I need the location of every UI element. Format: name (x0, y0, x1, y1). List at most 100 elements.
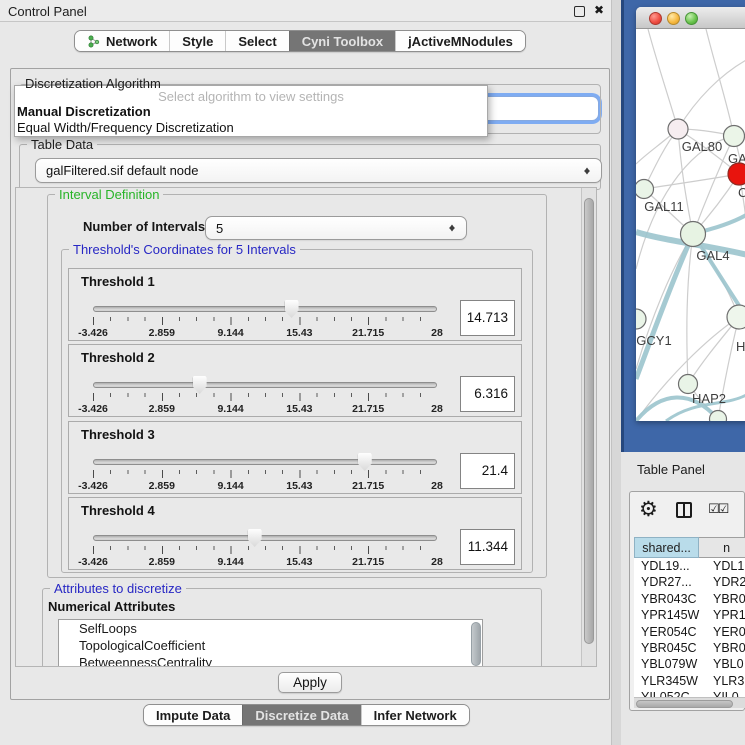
network-node-label: HAP2 (692, 391, 726, 406)
slider-thumb[interactable] (193, 376, 207, 394)
threshold-4-value-field[interactable]: 11.344 (460, 529, 515, 565)
tab-select[interactable]: Select (225, 31, 288, 51)
close-panel-icon[interactable]: ✖ (594, 3, 604, 17)
tab-network[interactable]: Network (75, 31, 169, 51)
threshold-2-label: Threshold 2 (81, 350, 155, 365)
checkbox-columns-icon[interactable]: ☑☑ (708, 502, 727, 517)
table-panel-header: Table Panel (621, 452, 745, 491)
numerical-attributes-list[interactable]: SelfLoopsTopologicalCoefficientBetweenne… (58, 619, 483, 667)
network-node[interactable] (727, 305, 745, 329)
tick-label: 15.43 (286, 327, 312, 339)
table-cell: YER054C (634, 624, 710, 640)
number-of-intervals-combobox[interactable]: 5 (205, 216, 467, 240)
table-data-value: galFiltered.sif default node (46, 163, 198, 178)
table-row[interactable]: YBL079WYBL0 (634, 656, 745, 672)
table-row[interactable]: YDR27...YDR2 (634, 574, 745, 590)
table-horizontal-scrollbar[interactable] (634, 697, 745, 708)
table-cell: YBR0 (710, 591, 745, 607)
network-node-label: GCY1 (636, 333, 671, 348)
column-header-name[interactable]: n (699, 537, 745, 558)
table-cell: YBL079W (634, 656, 710, 672)
minimize-window-icon[interactable] (667, 12, 680, 25)
threshold-4-slider[interactable]: -3.4262.8599.14415.4321.71528 (93, 530, 437, 570)
table-cell: YDL1 (710, 558, 745, 574)
tab-discretize-data[interactable]: Discretize Data (242, 705, 360, 725)
threshold-4-label: Threshold 4 (81, 503, 155, 518)
tick-label: 21.715 (352, 327, 384, 339)
algorithm-option-equal-width[interactable]: Equal Width/Frequency Discretization (15, 119, 487, 135)
table-row[interactable]: YIL052CYIL0 (634, 689, 745, 697)
tab-jactivemnodules[interactable]: jActiveMNodules (395, 31, 525, 51)
slider-ticks (93, 470, 437, 478)
threshold-2-panel: Threshold 2 -3.4262.8599.14415.4321.7152… (68, 344, 522, 417)
control-panel-tabs: Network Style Select Cyni Toolbox jActiv… (74, 30, 526, 52)
threshold-1-panel: Threshold 1 -3.4262.8599.14415.4321.7152… (68, 268, 522, 341)
attribute-list-item[interactable]: TopologicalCoefficient (59, 637, 482, 654)
attributes-group-label: Attributes to discretize (50, 581, 186, 596)
table-cell: YIL0 (710, 689, 745, 697)
tab-style[interactable]: Style (169, 31, 225, 51)
float-panel-icon[interactable] (574, 6, 585, 17)
attribute-list-item[interactable]: BetweennessCentrality (59, 654, 482, 667)
slider-ticks (93, 393, 437, 401)
table-row[interactable]: YDL19...YDL1 (634, 558, 745, 574)
threshold-3-value-field[interactable]: 21.4 (460, 453, 515, 489)
threshold-1-slider[interactable]: -3.4262.8599.14415.4321.71528 (93, 301, 437, 341)
table-cell: YLR345W (634, 673, 710, 689)
table-row[interactable]: YPR145WYPR1 (634, 607, 745, 623)
algorithm-option-manual[interactable]: Manual Discretization (15, 103, 487, 119)
threshold-3-panel: Threshold 3 -3.4262.8599.14415.4321.7152… (68, 421, 522, 494)
discretization-algorithm-group-label: Discretization Algorithm (25, 76, 161, 91)
network-node[interactable] (724, 126, 745, 147)
settings-scrollbar[interactable] (581, 188, 596, 666)
network-canvas[interactable]: GAL80GACGAL11GAL4GCY1HHAP2 (636, 29, 745, 421)
tick-label: 9.144 (217, 556, 243, 568)
slider-track (93, 306, 437, 312)
table-hscrollbar-thumb[interactable] (636, 700, 733, 708)
combo-arrows-icon (583, 164, 592, 177)
network-node[interactable] (681, 222, 706, 247)
zoom-window-icon[interactable] (685, 12, 698, 25)
table-cell: YPR1 (710, 607, 745, 623)
table-row[interactable]: YER054CYER0 (634, 624, 745, 640)
network-node[interactable] (636, 180, 654, 199)
tab-impute-data[interactable]: Impute Data (144, 705, 242, 725)
slider-thumb[interactable] (358, 453, 372, 471)
table-row[interactable]: YBR043CYBR0 (634, 591, 745, 607)
tab-infer-network[interactable]: Infer Network (361, 705, 469, 725)
tab-style-label: Style (182, 34, 213, 49)
slider-thumb[interactable] (285, 300, 299, 318)
split-columns-icon[interactable] (676, 502, 692, 518)
threshold-3-slider[interactable]: -3.4262.8599.14415.4321.71528 (93, 454, 437, 494)
tick-label: 2.859 (149, 327, 175, 339)
network-icon (87, 35, 100, 48)
panel-divider[interactable] (612, 0, 621, 745)
table-row[interactable]: YBR045CYBR0 (634, 640, 745, 656)
right-column: GAL80GACGAL11GAL4GCY1HHAP2 Table Panel ⚙… (612, 0, 745, 745)
network-node-label: H (736, 339, 745, 354)
network-node[interactable] (636, 309, 646, 329)
table-data-combobox[interactable]: galFiltered.sif default node (35, 158, 602, 183)
attributes-group: Attributes to discretize Numerical Attri… (42, 588, 542, 667)
network-node[interactable] (728, 163, 745, 185)
threshold-2-slider[interactable]: -3.4262.8599.14415.4321.71528 (93, 377, 437, 417)
gear-icon[interactable]: ⚙ (639, 497, 658, 521)
network-node[interactable] (668, 119, 688, 139)
table-cell: YBR045C (634, 640, 710, 656)
tab-cyni-toolbox[interactable]: Cyni Toolbox (289, 31, 395, 51)
tab-impute-data-label: Impute Data (156, 708, 230, 723)
attribute-list-item[interactable]: SelfLoops (59, 620, 482, 637)
apply-button[interactable]: Apply (278, 672, 342, 693)
table-row[interactable]: YLR345WYLR3 (634, 673, 745, 689)
table-cell: YDR2 (710, 574, 745, 590)
settings-scrollbar-thumb[interactable] (584, 198, 594, 644)
tick-label: 28 (431, 327, 443, 339)
slider-thumb[interactable] (248, 529, 262, 547)
threshold-1-value-field[interactable]: 14.713 (460, 300, 515, 336)
attributes-list-scrollbar[interactable] (471, 622, 481, 666)
table-cell: YLR3 (710, 673, 745, 689)
close-window-icon[interactable] (649, 12, 662, 25)
column-header-shared[interactable]: shared... (634, 537, 699, 558)
threshold-2-value-field[interactable]: 6.316 (460, 376, 515, 412)
number-of-intervals-value: 5 (216, 221, 223, 236)
